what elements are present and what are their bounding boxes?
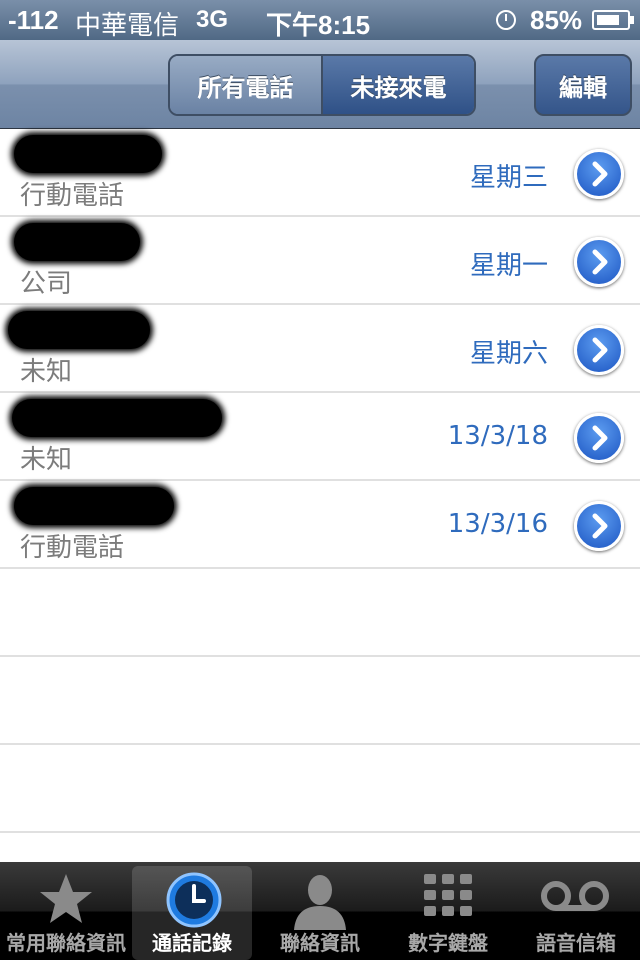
signal-strength: -112 [8, 5, 59, 35]
tab-voicemail[interactable]: 語音信箱 [514, 866, 638, 960]
empty-row [0, 657, 640, 745]
redacted-name [14, 223, 140, 261]
detail-disclosure-icon[interactable] [574, 149, 624, 199]
table-row[interactable]: 未知 星期六 [0, 305, 640, 393]
detail-disclosure-icon[interactable] [574, 325, 624, 375]
tab-label: 通話記錄 [152, 931, 232, 955]
redacted-name [12, 399, 222, 437]
clock-icon [166, 872, 222, 928]
alarm-clock-icon [496, 10, 516, 30]
call-date: 13/3/18 [447, 421, 548, 451]
redacted-name [8, 311, 150, 349]
redacted-name [14, 487, 174, 525]
call-list: 行動電話 星期三 公司 星期一 未知 星期六 未知 13/3/18 行動電話 1… [0, 129, 640, 833]
status-bar: -112 中華電信 3G 下午8:15 85% [0, 0, 640, 40]
tab-label: 語音信箱 [536, 931, 616, 955]
network-type: 3G [196, 6, 229, 33]
tab-bar: 常用聯絡資訊 通話記錄 聯絡資訊 數字鍵盤 語音信箱 [0, 862, 640, 960]
keypad-icon [424, 874, 472, 916]
segmented-control: 所有電話 未接來電 [168, 54, 476, 116]
call-type-label: 未知 [20, 445, 73, 475]
star-icon [40, 874, 92, 923]
navigation-bar: 所有電話 未接來電 編輯 [0, 40, 640, 129]
call-type-label: 未知 [20, 357, 73, 387]
call-type-label: 行動電話 [20, 533, 125, 563]
tab-contacts[interactable]: 聯絡資訊 [258, 866, 382, 960]
tab-recents[interactable]: 通話記錄 [132, 866, 252, 960]
person-icon [294, 875, 346, 930]
detail-disclosure-icon[interactable] [574, 237, 624, 287]
table-row[interactable]: 未知 13/3/18 [0, 393, 640, 481]
detail-disclosure-icon[interactable] [574, 501, 624, 551]
table-row[interactable]: 公司 星期一 [0, 217, 640, 305]
call-type-label: 公司 [20, 269, 73, 299]
tab-favorites[interactable]: 常用聯絡資訊 [4, 866, 128, 960]
edit-button[interactable]: 編輯 [534, 54, 632, 116]
redacted-name [14, 135, 162, 173]
table-row[interactable]: 行動電話 13/3/16 [0, 481, 640, 569]
empty-row [0, 569, 640, 657]
empty-row [0, 745, 640, 833]
carrier-name: 中華電信 [75, 10, 180, 40]
segment-all-calls[interactable]: 所有電話 [170, 56, 323, 114]
battery-percent: 85% [530, 5, 583, 35]
tab-label: 聯絡資訊 [280, 931, 360, 955]
call-date: 星期六 [469, 339, 548, 369]
tab-keypad[interactable]: 數字鍵盤 [386, 866, 510, 960]
call-type-label: 行動電話 [20, 181, 125, 211]
status-time: 下午8:15 [266, 10, 371, 40]
segment-missed-calls[interactable]: 未接來電 [323, 56, 474, 114]
voicemail-icon [541, 881, 609, 911]
call-date: 13/3/16 [447, 509, 548, 539]
table-row[interactable]: 行動電話 星期三 [0, 129, 640, 217]
battery-icon [592, 10, 634, 30]
tab-label: 數字鍵盤 [408, 931, 488, 955]
call-date: 星期一 [469, 251, 548, 281]
tab-label: 常用聯絡資訊 [6, 931, 126, 955]
detail-disclosure-icon[interactable] [574, 413, 624, 463]
call-date: 星期三 [469, 163, 548, 193]
